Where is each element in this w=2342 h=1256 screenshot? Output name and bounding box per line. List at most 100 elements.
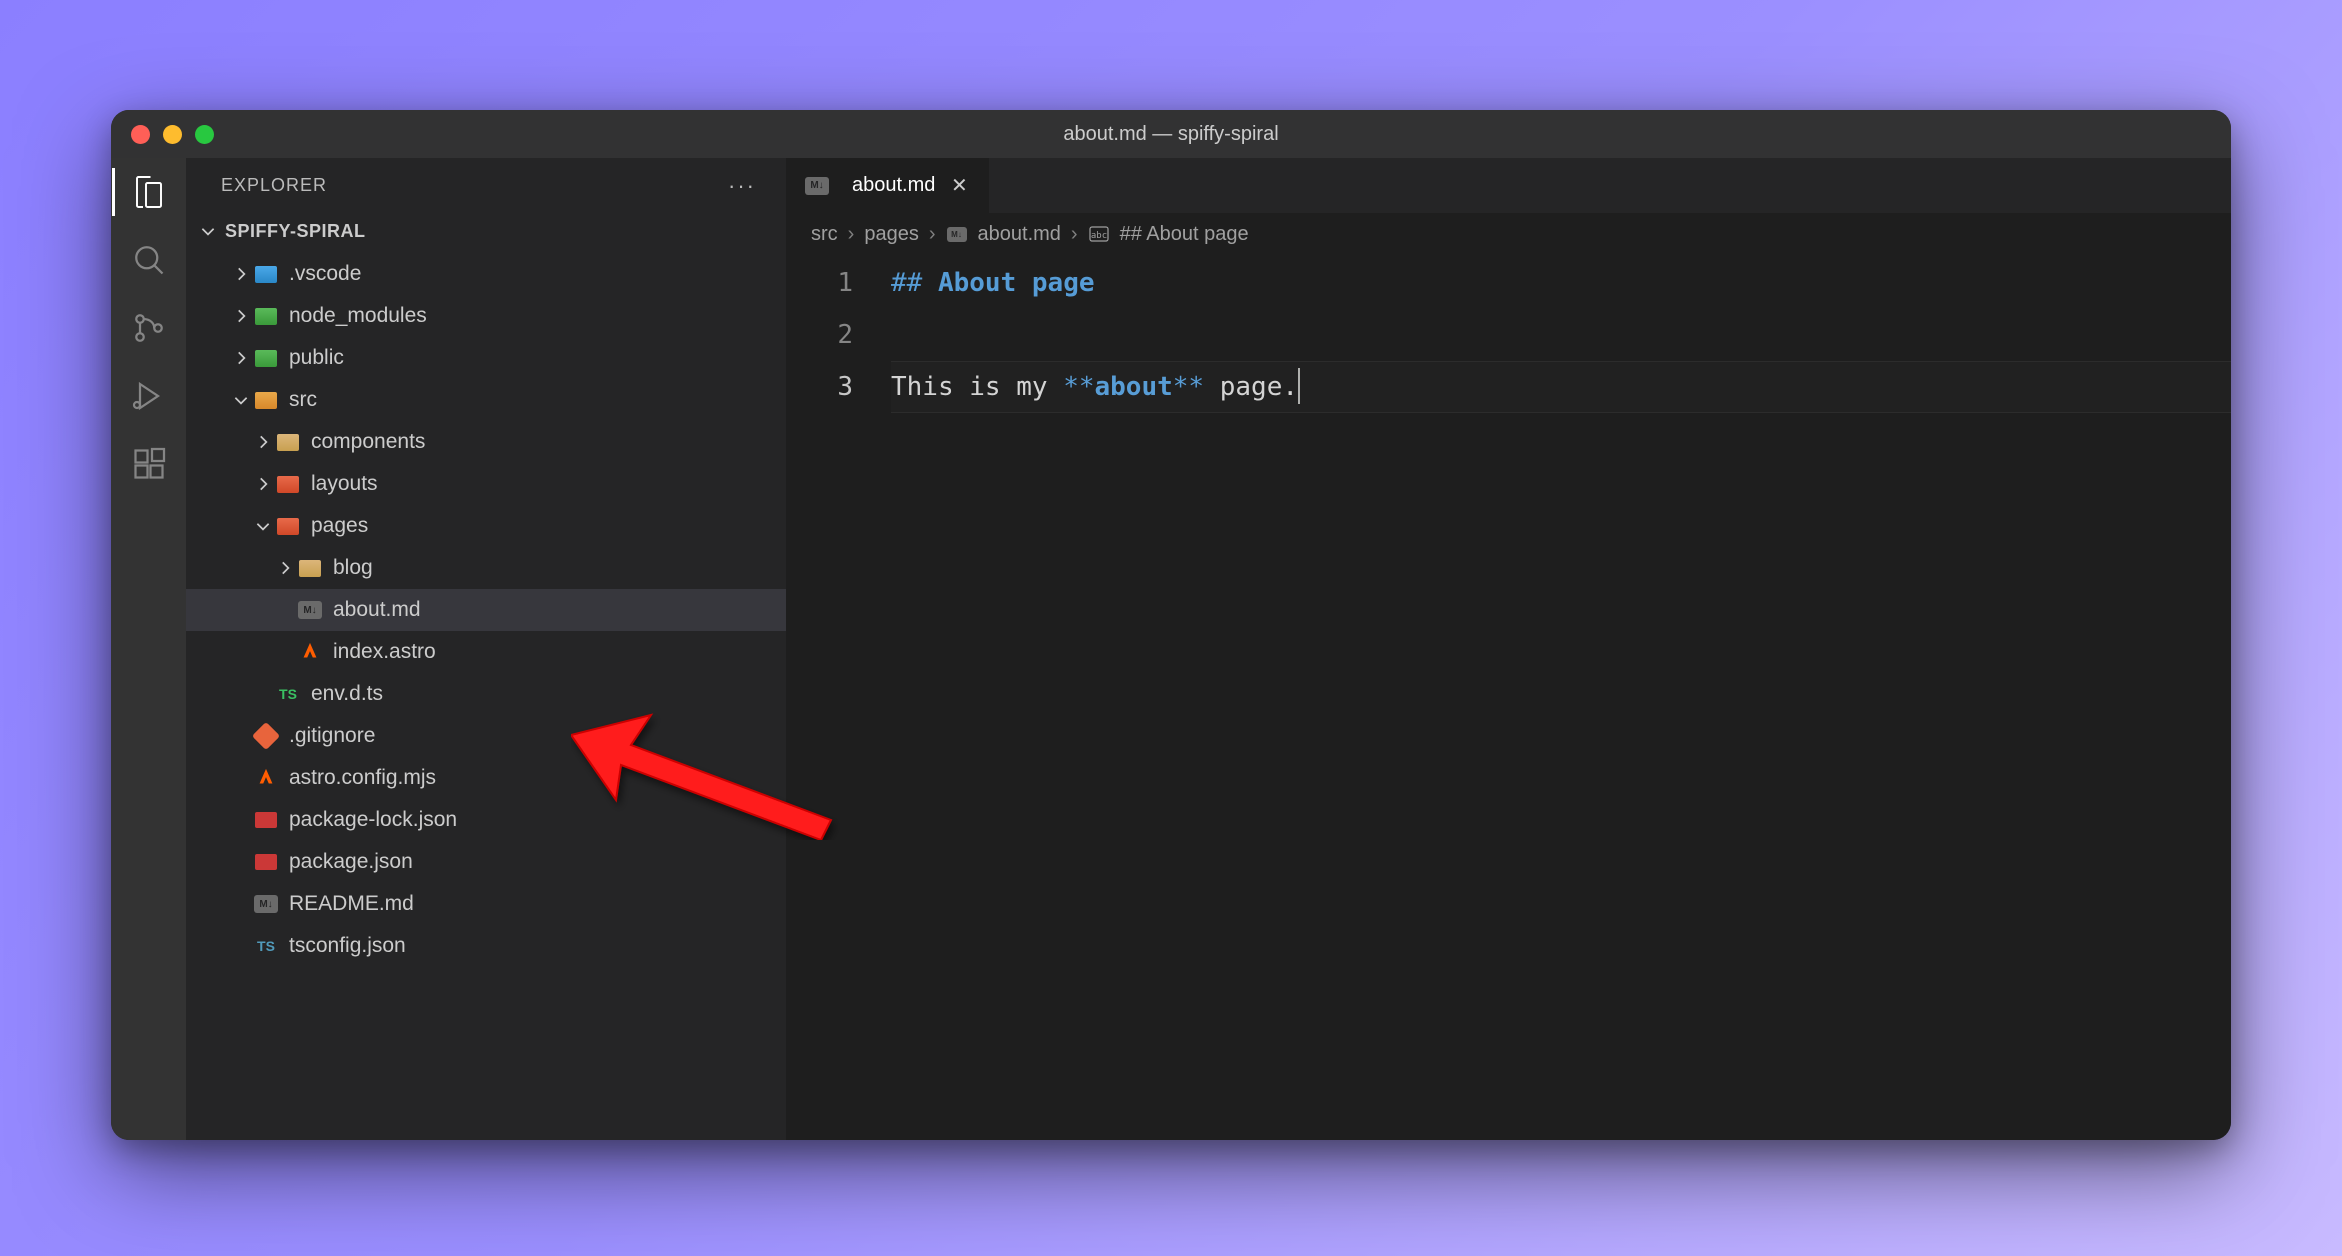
tree-label: .gitignore [289, 724, 375, 748]
editor-window: about.md — spiffy-spiral EXPLORER ··· [111, 110, 2231, 1140]
chevron-down-icon [229, 388, 253, 412]
code-line[interactable]: This is my **about** page. [891, 361, 2231, 413]
window-title: about.md — spiffy-spiral [1063, 123, 1278, 146]
tree-label: node_modules [289, 304, 427, 328]
tree-file-readme[interactable]: M↓ README.md [186, 883, 786, 925]
chevron-down-icon [196, 219, 220, 243]
sidebar-header: EXPLORER ··· [186, 158, 786, 213]
maximize-window-button[interactable] [195, 125, 214, 144]
close-window-button[interactable] [131, 125, 150, 144]
chevron-down-icon [251, 514, 275, 538]
file-tree: .vscode node_modules public [186, 249, 786, 967]
tree-label: package.json [289, 850, 413, 874]
sidebar-title: EXPLORER [221, 175, 327, 196]
chevron-right-icon [229, 262, 253, 286]
astro-file-icon [297, 639, 323, 665]
tree-folder-layouts[interactable]: layouts [186, 463, 786, 505]
folder-open-icon [275, 513, 301, 539]
breadcrumb-segment[interactable]: src [811, 223, 838, 246]
tree-label: layouts [311, 472, 378, 496]
code-line[interactable] [891, 309, 2231, 361]
folder-icon [297, 555, 323, 581]
chevron-right-icon [229, 346, 253, 370]
tree-file-gitignore[interactable]: .gitignore [186, 715, 786, 757]
tree-folder-vscode[interactable]: .vscode [186, 253, 786, 295]
markdown-file-icon: M↓ [297, 597, 323, 623]
code-editor[interactable]: 1 2 3 ## About page This is my **about**… [786, 255, 2231, 1140]
npm-file-icon [253, 849, 279, 875]
json-file-icon: TS [253, 933, 279, 959]
chevron-right-icon [229, 304, 253, 328]
search-icon[interactable] [130, 241, 168, 279]
tree-label: src [289, 388, 317, 412]
extensions-icon[interactable] [130, 445, 168, 483]
titlebar: about.md — spiffy-spiral [111, 110, 2231, 158]
tree-file-package-json[interactable]: package.json [186, 841, 786, 883]
chevron-right-icon [251, 430, 275, 454]
chevron-right-icon: › [1071, 223, 1078, 246]
tree-label: components [311, 430, 425, 454]
breadcrumb-segment[interactable]: about.md [978, 223, 1061, 246]
folder-icon [253, 345, 279, 371]
tree-folder-blog[interactable]: blog [186, 547, 786, 589]
npm-file-icon [253, 807, 279, 833]
code-line[interactable]: ## About page [891, 257, 2231, 309]
breadcrumb-segment[interactable]: pages [864, 223, 919, 246]
chevron-right-icon [273, 556, 297, 580]
heading-symbol-icon: abc [1088, 225, 1110, 243]
chevron-right-icon: › [848, 223, 855, 246]
astro-file-icon [253, 765, 279, 791]
typescript-file-icon: TS [275, 681, 301, 707]
tree-file-about-md[interactable]: M↓ about.md [186, 589, 786, 631]
breadcrumb[interactable]: src › pages › M↓ about.md › abc ## About… [786, 213, 2231, 255]
tree-file-package-lock[interactable]: package-lock.json [186, 799, 786, 841]
tree-file-index-astro[interactable]: index.astro [186, 631, 786, 673]
folder-icon [253, 261, 279, 287]
tree-label: .vscode [289, 262, 361, 286]
tab-label: about.md [852, 174, 935, 197]
tree-folder-pages[interactable]: pages [186, 505, 786, 547]
tree-file-astro-config[interactable]: astro.config.mjs [186, 757, 786, 799]
tree-file-env-d-ts[interactable]: TS env.d.ts [186, 673, 786, 715]
main-area: EXPLORER ··· SPIFFY-SPIRAL .vscode [111, 158, 2231, 1140]
svg-text:abc: abc [1090, 231, 1106, 241]
tree-label: blog [333, 556, 373, 580]
folder-open-icon [253, 387, 279, 413]
folder-icon [253, 303, 279, 329]
markdown-file-icon: M↓ [804, 173, 830, 199]
line-number-gutter: 1 2 3 [786, 257, 891, 1140]
tree-label: astro.config.mjs [289, 766, 436, 790]
code-content[interactable]: ## About page This is my **about** page. [891, 257, 2231, 1140]
git-file-icon [253, 723, 279, 749]
minimize-window-button[interactable] [163, 125, 182, 144]
tree-label: tsconfig.json [289, 934, 406, 958]
run-debug-icon[interactable] [130, 377, 168, 415]
markdown-file-icon: M↓ [946, 225, 968, 243]
tree-label: pages [311, 514, 368, 538]
tree-label: env.d.ts [311, 682, 383, 706]
source-control-icon[interactable] [130, 309, 168, 347]
tree-file-tsconfig[interactable]: TS tsconfig.json [186, 925, 786, 967]
project-name: SPIFFY-SPIRAL [225, 221, 366, 242]
tree-label: README.md [289, 892, 414, 916]
sidebar: EXPLORER ··· SPIFFY-SPIRAL .vscode [186, 158, 786, 1140]
project-header[interactable]: SPIFFY-SPIRAL [186, 213, 786, 249]
editor-pane: M↓ about.md ✕ src › pages › M↓ about.md … [786, 158, 2231, 1140]
tree-label: index.astro [333, 640, 436, 664]
tree-folder-node-modules[interactable]: node_modules [186, 295, 786, 337]
tree-label: public [289, 346, 344, 370]
more-actions-icon[interactable]: ··· [728, 173, 756, 199]
tab-about-md[interactable]: M↓ about.md ✕ [786, 158, 990, 213]
close-tab-icon[interactable]: ✕ [947, 174, 971, 198]
tree-label: about.md [333, 598, 421, 622]
tab-bar: M↓ about.md ✕ [786, 158, 2231, 213]
tree-folder-src[interactable]: src [186, 379, 786, 421]
tree-label: package-lock.json [289, 808, 457, 832]
window-controls [131, 125, 214, 144]
tree-folder-components[interactable]: components [186, 421, 786, 463]
breadcrumb-segment[interactable]: ## About page [1120, 223, 1249, 246]
line-number: 1 [786, 257, 853, 309]
tree-folder-public[interactable]: public [186, 337, 786, 379]
explorer-icon[interactable] [130, 173, 168, 211]
folder-icon [275, 429, 301, 455]
